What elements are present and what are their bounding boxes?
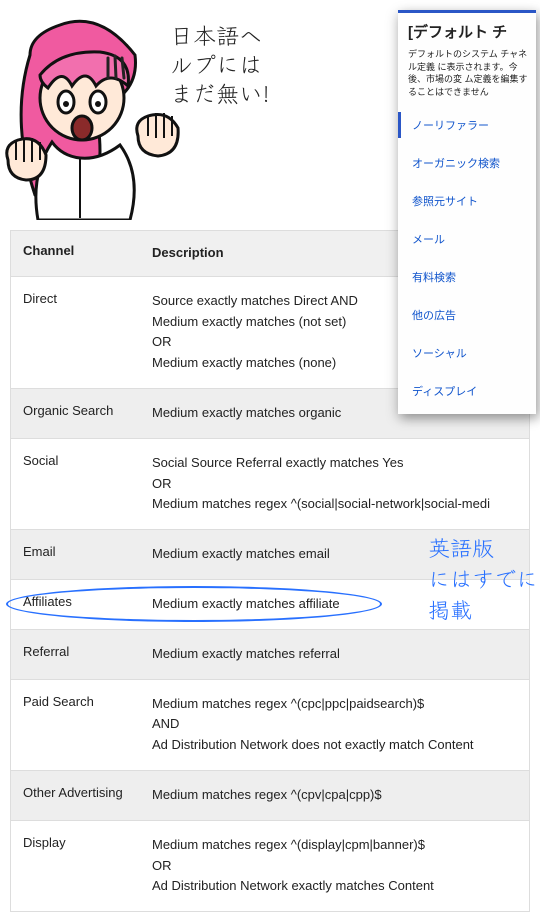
- cell-channel: Direct: [11, 277, 146, 388]
- cell-desc: Medium exactly matches referral: [146, 630, 529, 679]
- cell-channel: Other Advertising: [11, 771, 146, 820]
- panel-list: ノーリファラー オーガニック検索 参照元サイト メール 有料検索 他の広告 ソー…: [398, 106, 536, 410]
- cell-desc: Medium matches regex ^(cpc|ppc|paidsearc…: [146, 680, 529, 770]
- cell-channel: Referral: [11, 630, 146, 679]
- table-row: Display Medium matches regex ^(display|c…: [11, 821, 529, 912]
- panel-subtitle: デフォルトのシステム チャネル定義 に表示されます。今後、市場の変 ム定義を編集…: [398, 46, 536, 106]
- table-row: Referral Medium exactly matches referral: [11, 630, 529, 680]
- cell-desc: Medium matches regex ^(cpv|cpa|cpp)$: [146, 771, 529, 820]
- cell-desc: Medium matches regex ^(display|cpm|banne…: [146, 821, 529, 911]
- cell-desc: Social Source Referral exactly matches Y…: [146, 439, 529, 529]
- table-row-affiliates: Affiliates Medium exactly matches affili…: [11, 580, 529, 630]
- cell-channel: Affiliates: [11, 580, 146, 629]
- cell-channel: Organic Search: [11, 389, 146, 438]
- col-channel: Channel: [11, 231, 146, 276]
- panel-item-social[interactable]: ソーシャル: [398, 334, 536, 372]
- panel-title: [デフォルト チ: [398, 13, 536, 46]
- panel-item-referral[interactable]: 参照元サイト: [398, 182, 536, 220]
- cartoon-character: 日本語ヘルプには まだ無い!: [0, 0, 280, 220]
- cell-desc: Medium exactly matches email: [146, 530, 529, 579]
- table-row: Other Advertising Medium matches regex ^…: [11, 771, 529, 821]
- panel-item-paid-search[interactable]: 有料検索: [398, 258, 536, 296]
- cell-channel: Paid Search: [11, 680, 146, 770]
- speech-bubble-text: 日本語ヘルプには まだ無い!: [170, 20, 280, 106]
- panel-item-other-ads[interactable]: 他の広告: [398, 296, 536, 334]
- cell-channel: Email: [11, 530, 146, 579]
- table-row: Email Medium exactly matches email: [11, 530, 529, 580]
- default-channel-panel: [デフォルト チ デフォルトのシステム チャネル定義 に表示されます。今後、市場…: [398, 10, 536, 414]
- panel-item-mail[interactable]: メール: [398, 220, 536, 258]
- panel-item-display[interactable]: ディスプレイ: [398, 372, 536, 410]
- table-row: Social Social Source Referral exactly ma…: [11, 439, 529, 530]
- cell-channel: Social: [11, 439, 146, 529]
- cell-channel: Display: [11, 821, 146, 911]
- panel-item-organic[interactable]: オーガニック検索: [398, 144, 536, 182]
- cell-desc: Medium exactly matches affiliate: [146, 580, 529, 629]
- panel-item-noreferrer[interactable]: ノーリファラー: [398, 106, 536, 144]
- table-row: Paid Search Medium matches regex ^(cpc|p…: [11, 680, 529, 771]
